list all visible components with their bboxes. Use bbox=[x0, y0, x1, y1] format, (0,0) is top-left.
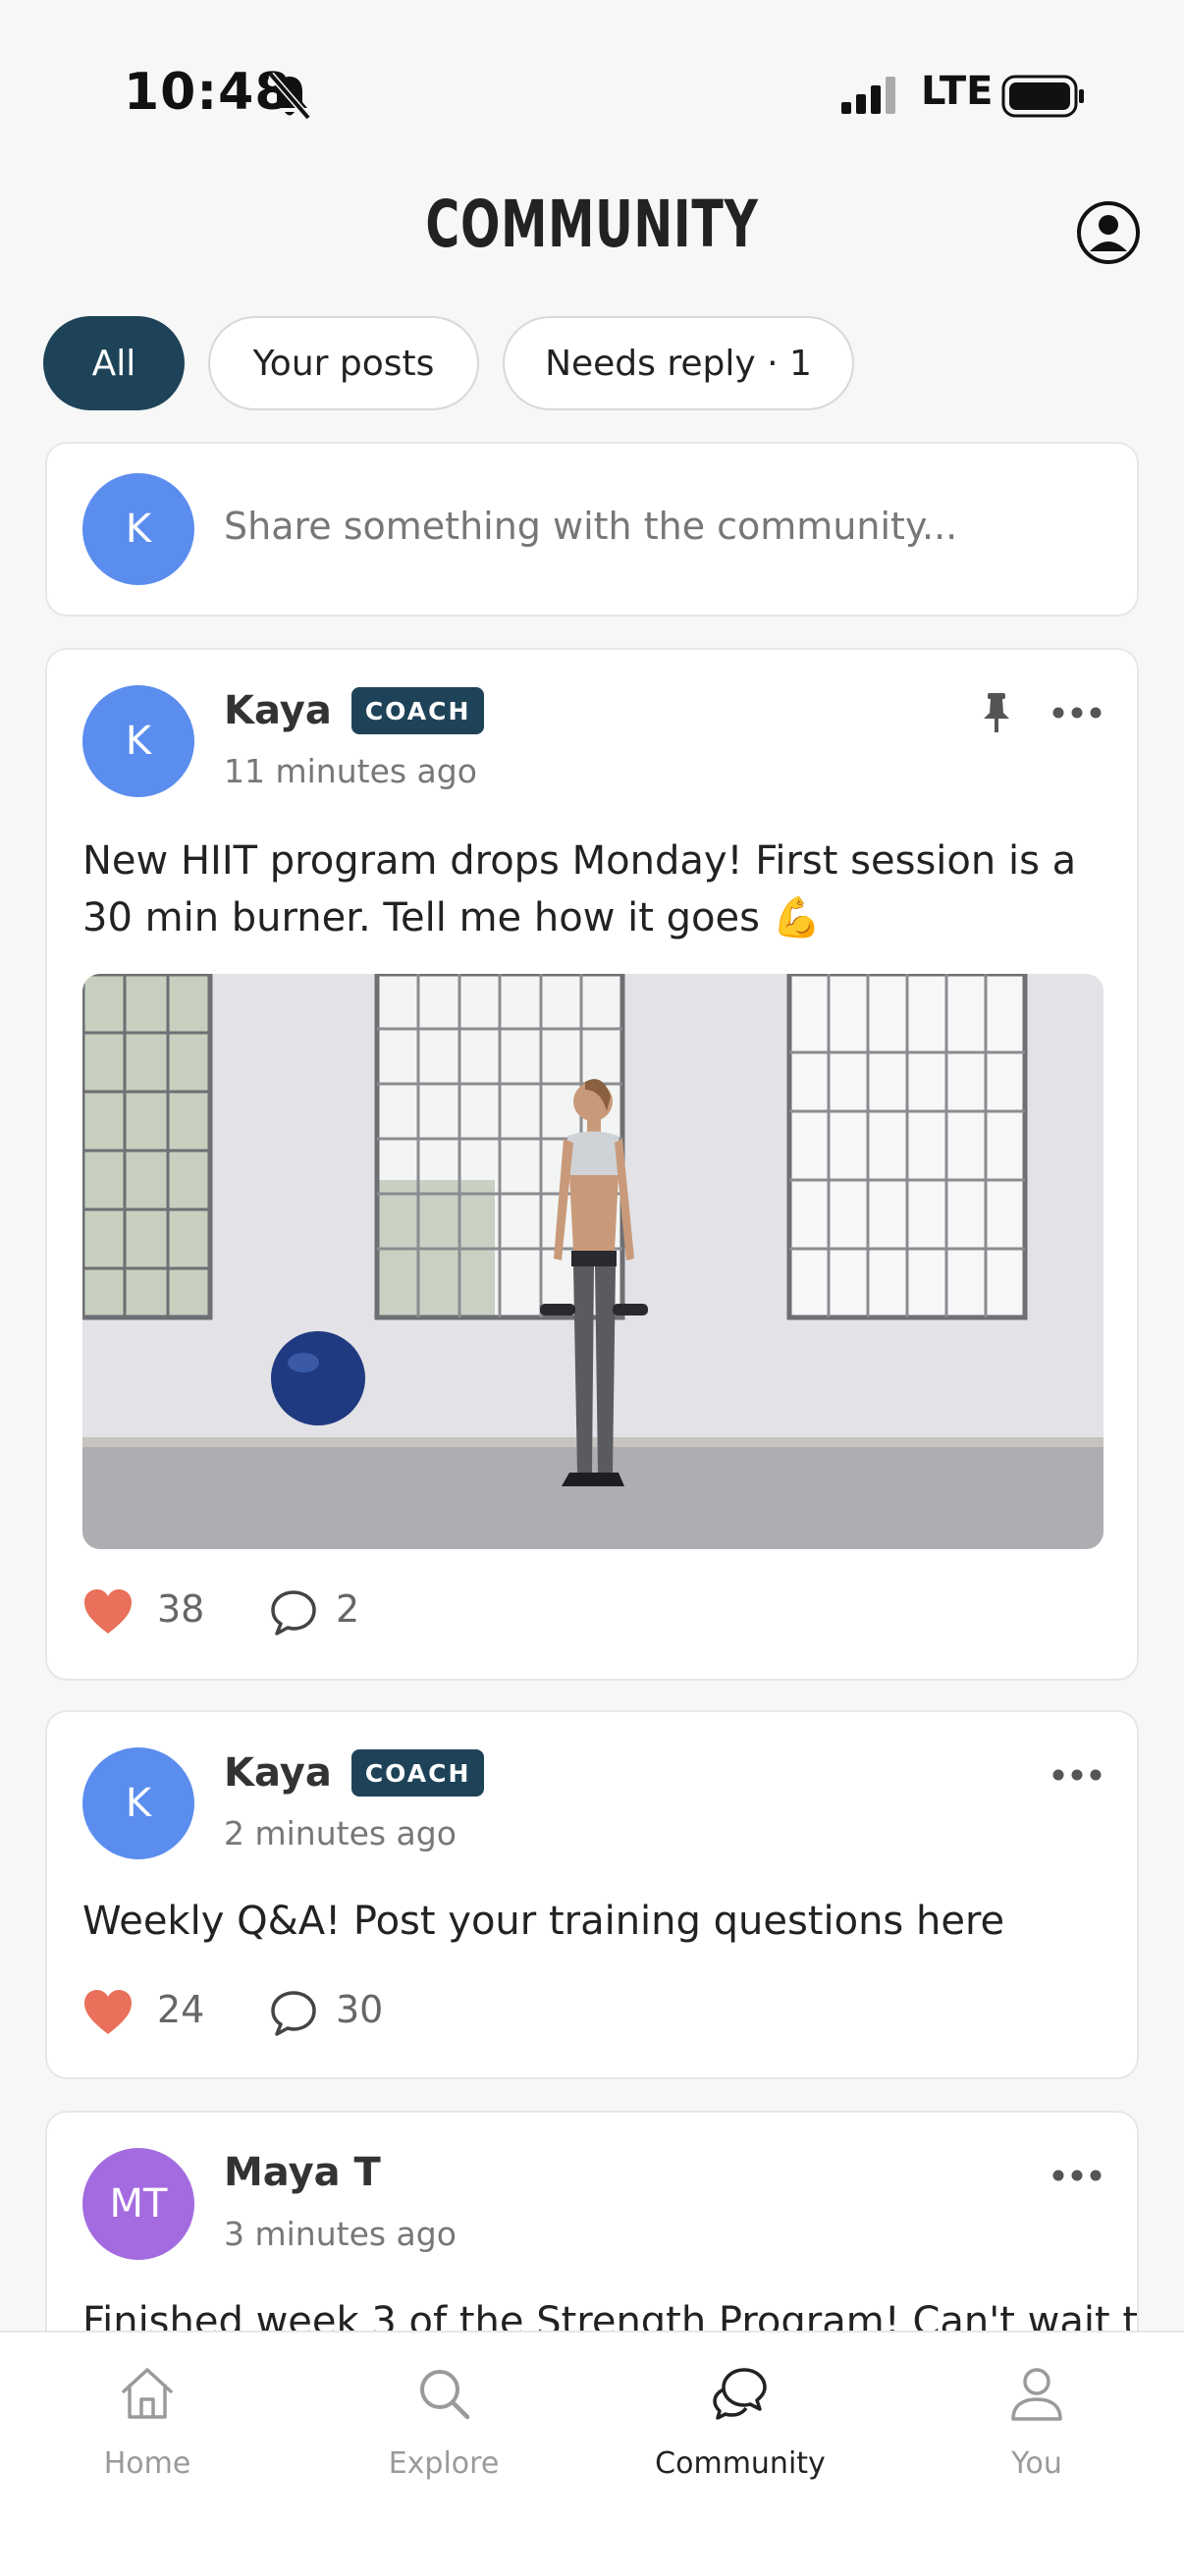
search-icon bbox=[420, 2370, 470, 2420]
composer-placeholder[interactable]: Share something with the community... bbox=[224, 505, 957, 548]
filter-needs-reply[interactable]: Needs reply · 1 bbox=[503, 316, 854, 410]
tab-label: Home bbox=[103, 2446, 191, 2481]
post-composer[interactable]: K Share something with the community... bbox=[45, 442, 1139, 617]
battery-icon bbox=[1001, 75, 1084, 118]
post-image[interactable] bbox=[82, 974, 1103, 1549]
coach-badge: COACH bbox=[350, 687, 485, 734]
tab-explore[interactable]: Explore bbox=[326, 2362, 562, 2481]
comment-count: 30 bbox=[336, 1988, 384, 2031]
like-count: 38 bbox=[157, 1587, 205, 1631]
comment-count: 2 bbox=[336, 1587, 360, 1631]
more-options-button[interactable] bbox=[1052, 2166, 1102, 2185]
chat-icon bbox=[713, 2368, 767, 2420]
heart-icon[interactable] bbox=[82, 1989, 134, 2036]
tab-bar: Home Explore Community You bbox=[0, 2331, 1184, 2576]
page-title: COMMUNITY bbox=[425, 187, 759, 262]
post-body: New HIIT program drops Monday! First ses… bbox=[82, 838, 1077, 940]
tab-home[interactable]: Home bbox=[29, 2362, 265, 2481]
post-author[interactable]: Maya T bbox=[224, 2150, 381, 2195]
post-timestamp: 11 minutes ago bbox=[224, 752, 477, 790]
window-left bbox=[82, 974, 213, 1320]
window-right bbox=[786, 974, 1028, 1320]
avatar: K bbox=[82, 473, 194, 585]
more-options-button[interactable] bbox=[1052, 1765, 1102, 1785]
network-type: LTE bbox=[921, 69, 994, 114]
filter-all[interactable]: All bbox=[43, 316, 185, 410]
like-count: 24 bbox=[157, 1988, 205, 2031]
person-icon bbox=[1011, 2368, 1062, 2421]
post-timestamp: 2 minutes ago bbox=[224, 1814, 457, 1852]
post-body: Weekly Q&A! Post your training questions… bbox=[82, 1899, 1005, 1944]
post-timestamp: 3 minutes ago bbox=[224, 2215, 457, 2253]
bell-slash-icon bbox=[268, 72, 311, 121]
pin-icon bbox=[984, 693, 1009, 732]
tab-community[interactable]: Community bbox=[622, 2362, 858, 2481]
tab-label: Community bbox=[655, 2446, 826, 2481]
avatar[interactable]: K bbox=[82, 1747, 194, 1859]
tab-label: You bbox=[1011, 2446, 1062, 2481]
status-time: 10:48 bbox=[124, 63, 292, 122]
more-options-button[interactable] bbox=[1052, 703, 1102, 723]
comment-icon[interactable] bbox=[269, 1989, 318, 2038]
filter-your-posts[interactable]: Your posts bbox=[208, 316, 479, 410]
post-card: K Kaya COACH 11 minutes ago New HIIT pro… bbox=[45, 648, 1139, 1681]
comment-icon[interactable] bbox=[269, 1588, 318, 1637]
tab-you[interactable]: You bbox=[919, 2362, 1155, 2481]
tab-label: Explore bbox=[388, 2446, 500, 2481]
coach-badge: COACH bbox=[350, 1749, 485, 1797]
signal-icon bbox=[841, 77, 895, 114]
post-author[interactable]: Kaya bbox=[224, 1750, 332, 1796]
post-card: K Kaya COACH 2 minutes ago Weekly Q&A! P… bbox=[45, 1710, 1139, 2079]
post-author[interactable]: Kaya bbox=[224, 688, 332, 733]
avatar[interactable]: K bbox=[82, 685, 194, 797]
home-icon bbox=[122, 2368, 173, 2419]
avatar[interactable]: MT bbox=[82, 2148, 194, 2260]
profile-button[interactable] bbox=[1076, 200, 1141, 265]
heart-icon[interactable] bbox=[82, 1588, 134, 1636]
